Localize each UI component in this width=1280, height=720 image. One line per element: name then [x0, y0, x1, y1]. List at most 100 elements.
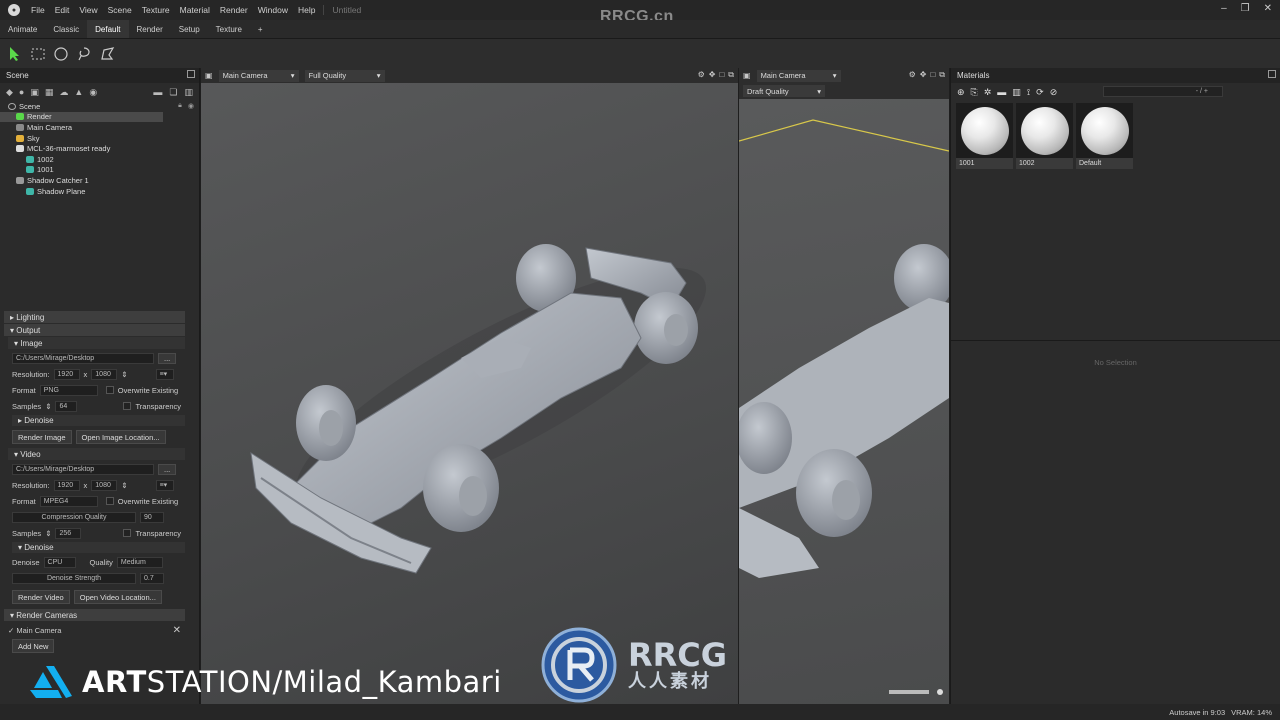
tab-setup[interactable]: Setup — [171, 20, 208, 38]
denoise-strength-value[interactable]: 0.7 — [140, 572, 164, 584]
denoise-device-select[interactable]: CPU — [43, 556, 76, 568]
video-browse-button[interactable]: ... — [158, 463, 177, 475]
tree-item-1001[interactable]: 1001 — [0, 165, 199, 176]
image-path-field[interactable]: C:/Users/Mirage/Desktop — [12, 352, 154, 364]
section-lighting[interactable]: ▸ Lighting — [4, 311, 185, 323]
material-swatch-1002[interactable]: 1002 — [1016, 103, 1073, 169]
add-material-icon[interactable]: ⊕ — [957, 87, 965, 98]
menu-render[interactable]: Render — [215, 5, 253, 15]
folder-icon[interactable]: ▬ — [153, 87, 162, 98]
video-samples-field[interactable]: 256 — [55, 527, 82, 539]
image-samples-field[interactable]: 64 — [55, 400, 78, 412]
duplicate-material-icon[interactable]: ⎘ — [971, 87, 978, 98]
resolution-preset-icon[interactable]: ≡▾ — [155, 479, 174, 491]
transparency-checkbox[interactable] — [123, 529, 132, 537]
add-shadow-icon[interactable]: ▦ — [45, 87, 54, 98]
denoise-strength-slider[interactable]: Denoise Strength — [12, 572, 136, 584]
section-image[interactable]: ▾ Image — [8, 337, 185, 349]
overwrite-checkbox[interactable] — [105, 497, 114, 505]
resolution-preset-icon[interactable]: ≡▾ — [155, 368, 174, 380]
folder-icon[interactable]: ▬ — [997, 87, 1006, 97]
menu-window[interactable]: Window — [253, 5, 293, 15]
video-format-select[interactable]: MPEG4 — [39, 495, 98, 507]
section-render-cameras[interactable]: ▾ Render Cameras — [4, 609, 185, 621]
material-swatch-1001[interactable]: 1001 — [956, 103, 1013, 169]
tab-add[interactable]: + — [250, 20, 271, 38]
material-search-input[interactable]: - / + — [1103, 86, 1223, 97]
menu-material[interactable]: Material — [175, 5, 215, 15]
pick-material-icon[interactable]: ⟟ — [1027, 87, 1030, 98]
overwrite-checkbox[interactable] — [105, 386, 114, 394]
image-res-width[interactable]: 1920 — [53, 368, 80, 380]
refresh-icon[interactable]: ⟳ — [1036, 87, 1044, 98]
stepper-icon[interactable]: ⇕ — [45, 402, 51, 411]
tree-item-shadow-plane[interactable]: Shadow Plane — [0, 186, 199, 197]
select-arrow-icon[interactable] — [5, 44, 25, 64]
merge-material-icon[interactable]: ✲ — [984, 87, 992, 98]
polygon-select-icon[interactable] — [97, 44, 117, 64]
popout-icon[interactable] — [187, 70, 195, 78]
main-viewport[interactable]: ▣ Main Camera ▾ Full Quality ▾ ⚙ ✥ □ ⧉ — [201, 68, 738, 704]
eye-icon[interactable]: ◉ — [188, 102, 194, 110]
trash-icon[interactable]: ▥ — [1012, 87, 1021, 98]
minimize-icon[interactable]: – — [1221, 3, 1227, 14]
close-icon[interactable]: ✕ — [1264, 3, 1272, 14]
trash-icon[interactable]: ▥ — [184, 87, 193, 98]
side-viewport[interactable]: ▣ Main Camera ▾ ⚙ ✥ □ ⧉ Draft Quality ▾ — [739, 68, 949, 704]
menu-file[interactable]: File — [26, 5, 50, 15]
camera-list-item[interactable]: ✓ Main Camera ✕ — [0, 622, 199, 638]
tab-default[interactable]: Default — [87, 20, 129, 38]
tree-item-shadow-catcher[interactable]: Shadow Catcher 1 — [0, 175, 199, 186]
add-geometry-icon[interactable]: ▲ — [74, 87, 83, 97]
circle-select-icon[interactable] — [51, 44, 71, 64]
transparency-checkbox[interactable] — [123, 402, 132, 410]
denoise-quality-select[interactable]: Medium — [116, 556, 163, 568]
image-res-height[interactable]: 1080 — [91, 368, 118, 380]
menu-scene[interactable]: Scene — [103, 5, 137, 15]
popout-icon[interactable] — [1268, 70, 1276, 78]
section-video[interactable]: ▾ Video — [8, 448, 185, 460]
material-swatch-default[interactable]: Default — [1076, 103, 1133, 169]
cleanup-icon[interactable]: ⊘ — [1050, 87, 1058, 98]
open-image-location-button[interactable]: Open Image Location... — [75, 430, 166, 444]
app-logo-icon[interactable]: ● — [8, 4, 20, 16]
lock-icon[interactable]: 🔒︎ — [178, 102, 182, 110]
image-browse-button[interactable]: ... — [158, 352, 177, 364]
video-path-field[interactable]: C:/Users/Mirage/Desktop — [12, 463, 154, 475]
video-res-width[interactable]: 1920 — [53, 479, 80, 491]
tree-item-1002[interactable]: 1002 — [0, 154, 199, 165]
tab-animate[interactable]: Animate — [0, 20, 45, 38]
video-res-height[interactable]: 1080 — [91, 479, 118, 491]
open-video-location-button[interactable]: Open Video Location... — [73, 590, 162, 604]
tree-item-sky[interactable]: Sky — [0, 133, 199, 144]
add-light-icon[interactable]: ● — [19, 87, 24, 97]
section-image-denoise[interactable]: ▸ Denoise — [12, 415, 185, 426]
maximize-icon[interactable]: ❐ — [1241, 3, 1250, 14]
remove-camera-icon[interactable]: ✕ — [173, 625, 181, 636]
compression-slider[interactable]: Compression Quality — [12, 511, 136, 523]
duplicate-icon[interactable]: ❏ — [169, 87, 177, 98]
add-new-camera-button[interactable]: Add New — [12, 639, 55, 653]
render-image-button[interactable]: Render Image — [12, 430, 72, 444]
menu-texture[interactable]: Texture — [137, 5, 175, 15]
add-object-icon[interactable]: ◆ — [6, 87, 13, 98]
add-camera-icon[interactable]: ▣ — [30, 87, 39, 98]
menu-view[interactable]: View — [74, 5, 102, 15]
render-video-button[interactable]: Render Video — [12, 590, 70, 604]
section-video-denoise[interactable]: ▾ Denoise — [12, 542, 185, 553]
add-sky-icon[interactable]: ☁ — [59, 87, 68, 98]
tree-item-scene[interactable]: Scene 🔒︎ ◉ — [0, 101, 199, 112]
stepper-icon[interactable]: ⇕ — [45, 529, 51, 538]
menu-edit[interactable]: Edit — [50, 5, 75, 15]
stepper-icon[interactable]: ⇕ — [121, 370, 127, 379]
tab-render[interactable]: Render — [129, 20, 171, 38]
lasso-select-icon[interactable] — [74, 44, 94, 64]
tab-texture[interactable]: Texture — [208, 20, 250, 38]
rect-select-icon[interactable] — [28, 44, 48, 64]
stepper-icon[interactable]: ⇕ — [121, 481, 127, 490]
image-format-select[interactable]: PNG — [39, 384, 98, 396]
compression-value[interactable]: 90 — [140, 511, 164, 523]
menu-help[interactable]: Help — [293, 5, 320, 15]
section-output[interactable]: ▾ Output — [4, 324, 185, 336]
tree-item-render[interactable]: Render — [0, 111, 163, 123]
